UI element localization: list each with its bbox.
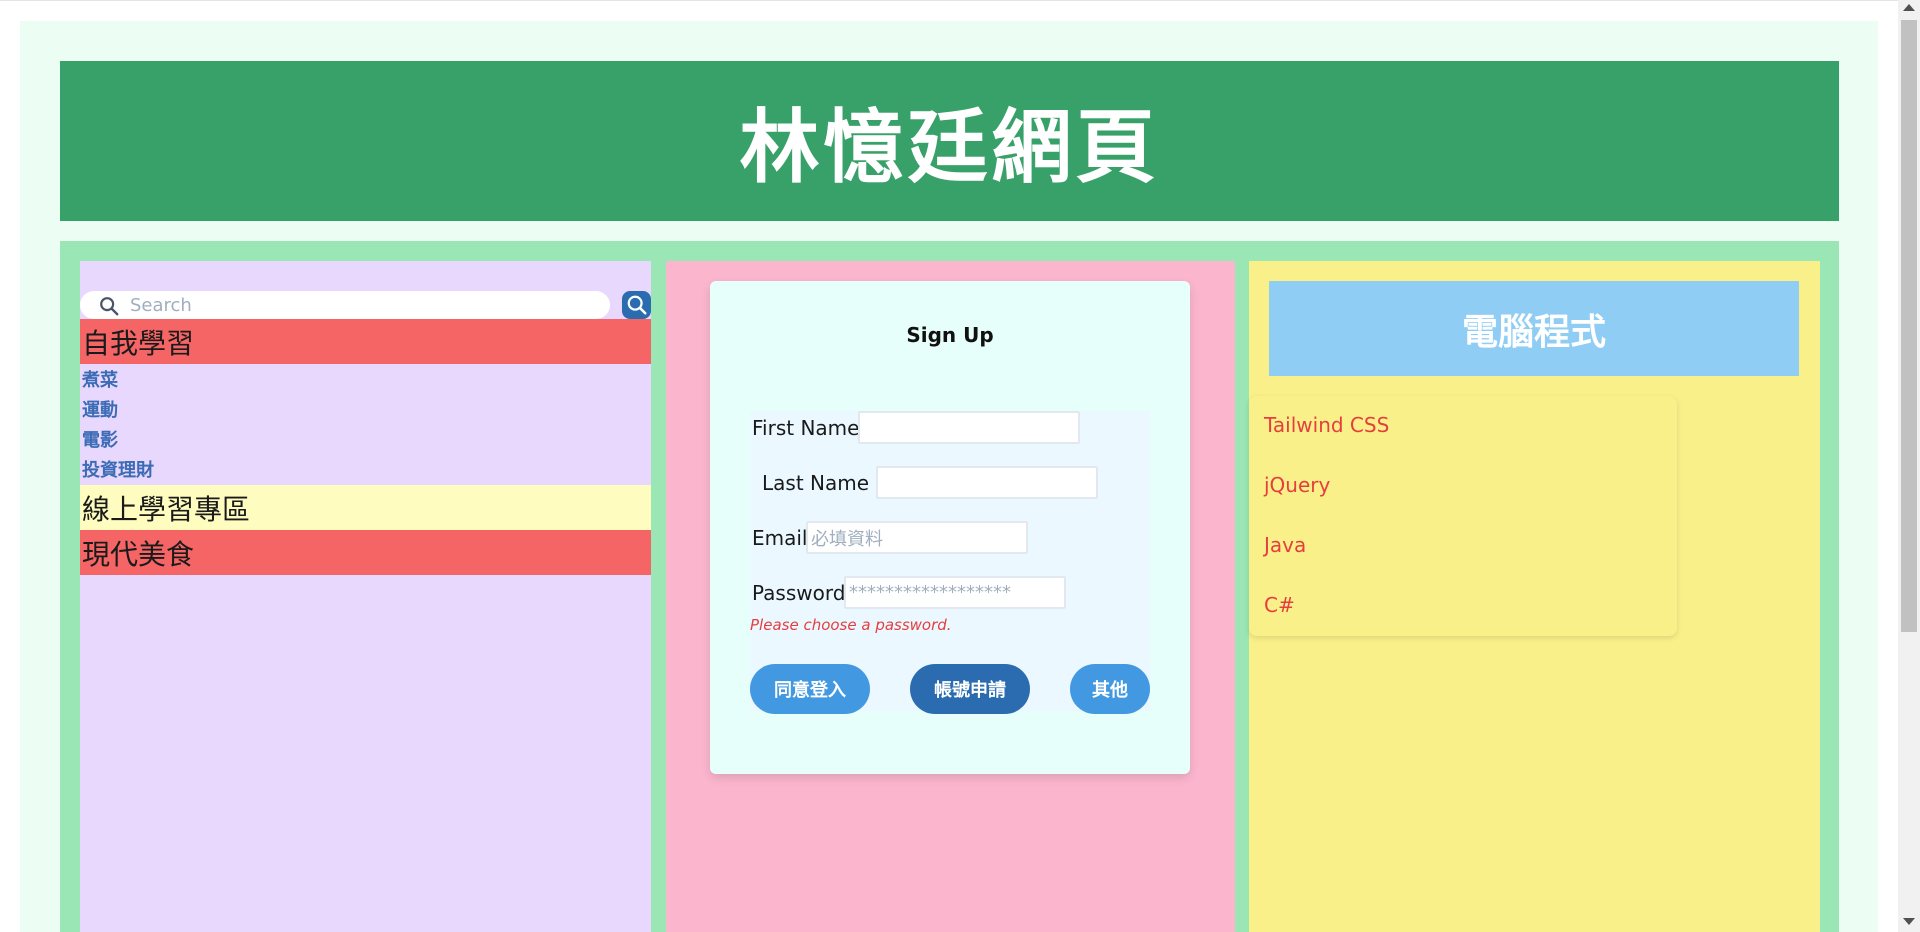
first-name-field[interactable] — [858, 411, 1080, 444]
signup-card: Sign Up First Name Last Name Email 必填資料 … — [710, 281, 1190, 774]
email-label: Email — [752, 526, 808, 550]
menu-section-self-study[interactable]: 自我學習 — [80, 319, 651, 364]
menu-item-investing[interactable]: 投資理財 — [82, 456, 154, 482]
account-apply-button[interactable]: 帳號申請 — [910, 664, 1030, 714]
page-title: 林憶廷網頁 — [739, 101, 1160, 194]
password-label: Password — [752, 581, 846, 605]
menu-section-online-learning[interactable]: 線上學習專區 — [80, 485, 651, 530]
scrollbar-thumb[interactable] — [1901, 20, 1917, 632]
last-name-label: Last Name — [762, 471, 870, 495]
password-field[interactable]: ****************** — [844, 576, 1066, 609]
search-button-icon — [627, 295, 647, 315]
link-java[interactable]: Java — [1264, 533, 1306, 557]
search-button[interactable] — [622, 291, 651, 319]
main-content: 自我學習 煮菜 運動 電影 投資理財 線上學習專區 現代美食 Sign Up F… — [60, 241, 1839, 932]
search-icon — [100, 297, 119, 316]
computer-programs-banner: 電腦程式 — [1269, 281, 1799, 376]
window-top-border — [0, 0, 1920, 1]
middle-column: Sign Up First Name Last Name Email 必填資料 … — [666, 261, 1235, 932]
scroll-up-arrow-icon[interactable] — [1903, 4, 1915, 11]
other-button[interactable]: 其他 — [1070, 664, 1150, 714]
menu-section-modern-food[interactable]: 現代美食 — [80, 530, 651, 575]
link-csharp[interactable]: C# — [1264, 593, 1295, 617]
search-field-wrapper — [80, 291, 610, 319]
menu-item-sports[interactable]: 運動 — [82, 396, 118, 422]
first-name-label: First Name — [752, 416, 860, 440]
search-bar — [80, 291, 651, 319]
right-column: 電腦程式 Tailwind CSS jQuery Java C# — [1249, 261, 1820, 932]
link-tailwind-css[interactable]: Tailwind CSS — [1264, 413, 1389, 437]
page-container: 林憶廷網頁 自我學習 煮 — [20, 21, 1878, 932]
agree-login-button[interactable]: 同意登入 — [750, 664, 870, 714]
signup-title: Sign Up — [906, 323, 994, 347]
site-header: 林憶廷網頁 — [60, 61, 1839, 221]
search-input[interactable] — [130, 293, 590, 317]
vertical-scrollbar[interactable] — [1898, 0, 1920, 932]
password-error-message: Please choose a password. — [750, 616, 952, 634]
menu-item-cooking[interactable]: 煮菜 — [82, 366, 118, 392]
left-column: 自我學習 煮菜 運動 電影 投資理財 線上學習專區 現代美食 — [80, 261, 651, 932]
link-jquery[interactable]: jQuery — [1264, 473, 1330, 497]
last-name-field[interactable] — [876, 466, 1098, 499]
signup-form: First Name Last Name Email 必填資料 Password… — [750, 411, 1150, 714]
scroll-down-arrow-icon[interactable] — [1903, 918, 1915, 925]
email-field[interactable]: 必填資料 — [806, 521, 1028, 554]
menu-item-movies[interactable]: 電影 — [82, 426, 118, 452]
language-list: Tailwind CSS jQuery Java C# — [1249, 396, 1677, 636]
